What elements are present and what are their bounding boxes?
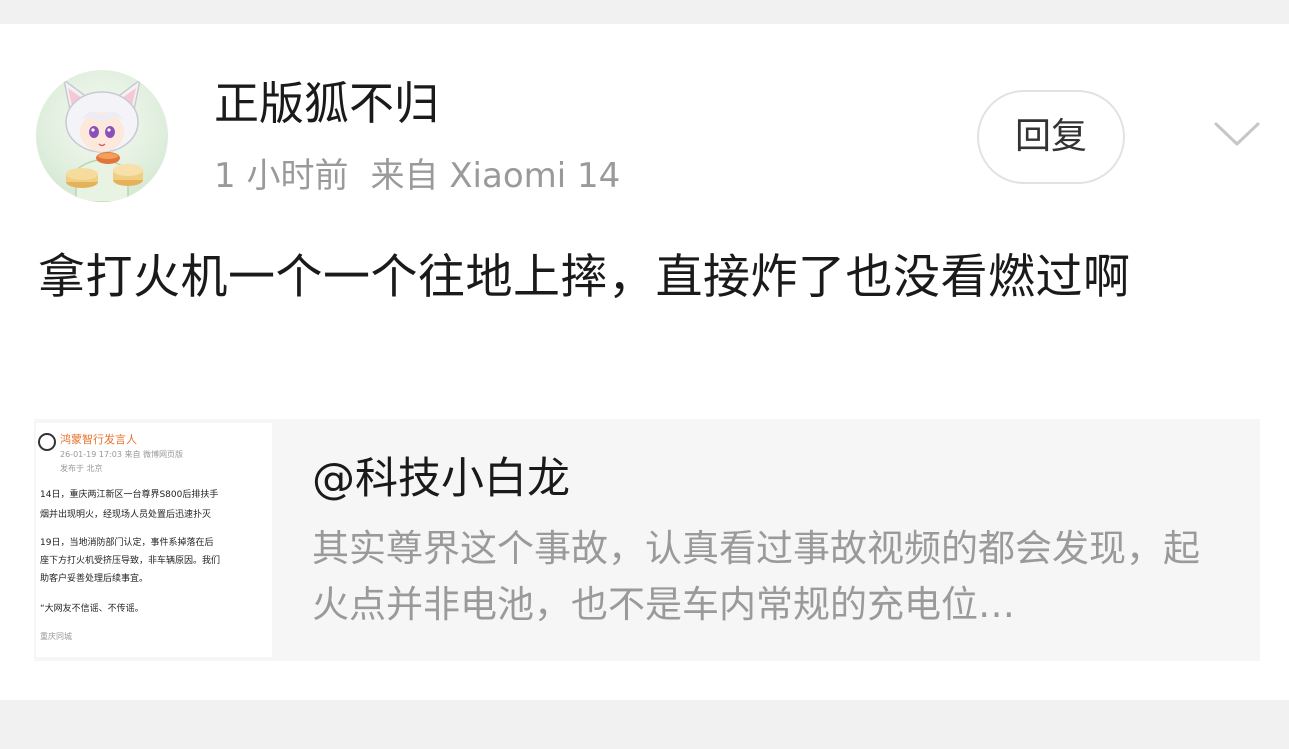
thumbnail-line: 助客户妥善处理后续事宜。 — [40, 574, 149, 584]
fox-girl-avatar-icon — [62, 78, 143, 202]
username[interactable]: 正版狐不归 — [214, 76, 439, 132]
thumbnail-date: 26-01-19 17:03 来自 微博网页版 — [60, 450, 183, 459]
thumbnail-line: 重庆同城 — [40, 632, 72, 641]
post-source: 来自 Xiaomi 14 — [370, 156, 621, 196]
user-avatar[interactable] — [36, 70, 168, 202]
thumbnail-location: 发布于 北京 — [60, 464, 103, 473]
thumbnail-line: “大网友不信谣、不传谣。 — [40, 604, 144, 614]
post-meta: 1 小时前 来自 Xiaomi 14 — [214, 154, 620, 198]
reply-button[interactable]: 回复 — [977, 90, 1125, 184]
thumbnail-line: 座下方打火机受挤压导致，非车辆原因。我们 — [40, 556, 221, 566]
comment-card: 正版狐不归 1 小时前 来自 Xiaomi 14 回复 拿打火机一个一个往地上摔，… — [0, 24, 1289, 700]
thumbnail-line: 19日，当地消防部门认定，事件系掉落在后 — [40, 538, 214, 548]
thumbnail-line: 14日，重庆两江新区一台尊界S800后排扶手 — [40, 490, 219, 500]
comment-text: 拿打火机一个一个往地上摔，直接炸了也没看燃过啊 — [38, 250, 1131, 305]
thumbnail-author: 鸿蒙智行发言人 — [60, 433, 137, 446]
account-logo-icon — [38, 433, 56, 451]
chevron-down-icon[interactable] — [1212, 118, 1262, 150]
quoted-excerpt: 其实尊界这个事故，认真看过事故视频的都会发现，起火点并非电池，也不是车内常规的充… — [312, 527, 1200, 626]
thumbnail-line: 烟并出现明火，经现场人员处置后迅速扑灭 — [40, 510, 212, 520]
quoted-post-thumbnail: 鸿蒙智行发言人 26-01-19 17:03 来自 微博网页版 发布于 北京 1… — [36, 423, 272, 657]
quoted-author[interactable]: @科技小白龙 — [312, 451, 570, 507]
post-time: 1 小时前 — [214, 156, 349, 196]
quoted-post[interactable]: 鸿蒙智行发言人 26-01-19 17:03 来自 微博网页版 发布于 北京 1… — [34, 419, 1260, 661]
